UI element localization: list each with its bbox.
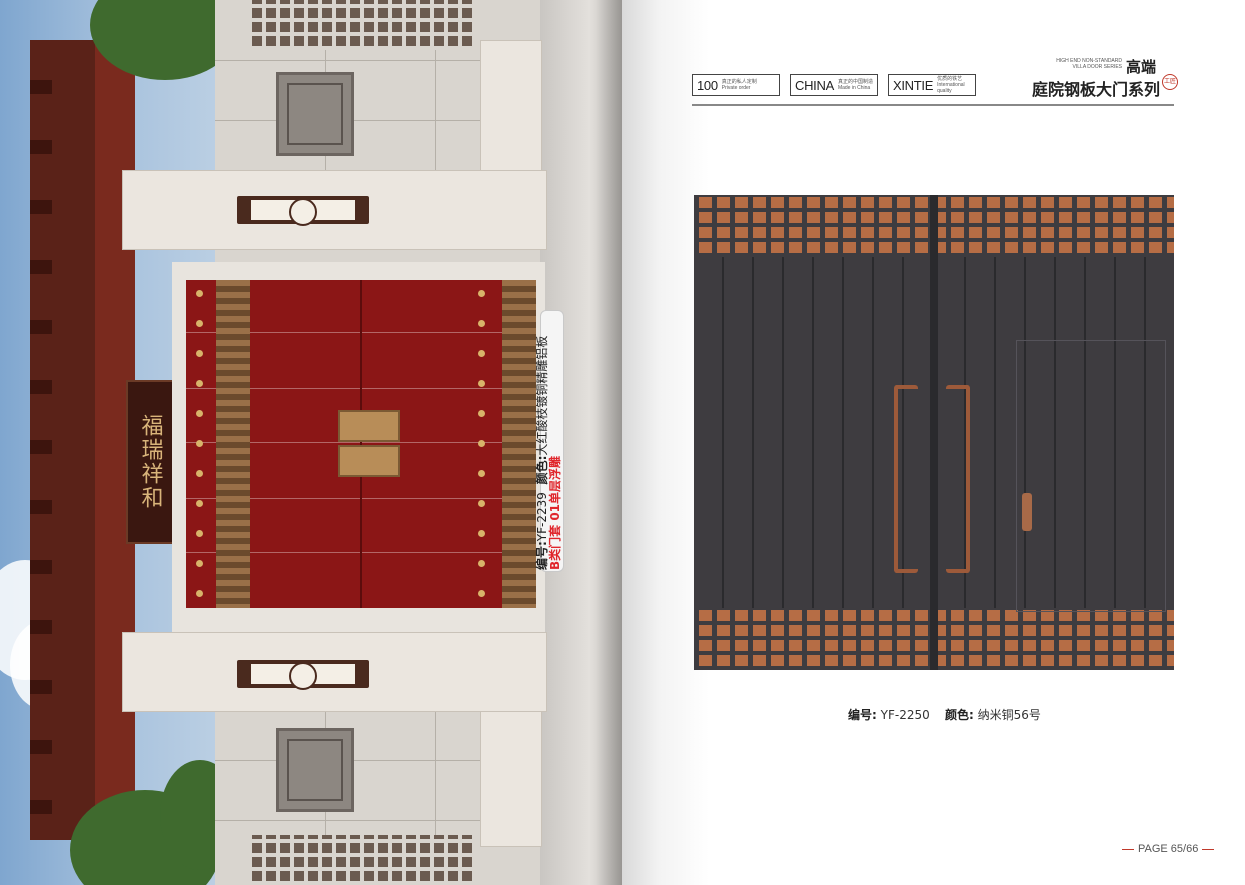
code-value: YF-2250: [880, 708, 930, 722]
code-value: YF-2239: [535, 492, 549, 542]
badge-small-text: 真正的中国制造 Made in China: [837, 79, 873, 91]
wicket-panel: [1016, 340, 1166, 612]
lattice-screen-bottom: [248, 835, 474, 885]
brand-tagline-line2: VILLA DOOR SERIES: [1072, 64, 1122, 70]
vertical-caption: 编号:YF-2239 颜色:大红酸枝镀铜精雕铝板 B类门套 01单层浮雕: [535, 310, 566, 570]
lattice-screen-top: [248, 0, 474, 50]
badge-big-text: 100: [697, 77, 718, 93]
wicket-knob[interactable]: [1022, 493, 1032, 531]
color-value: 纳米铜56号: [977, 708, 1041, 722]
sign-board: 福瑞祥和: [126, 380, 174, 544]
page-number: PAGE 65/66: [1118, 843, 1218, 855]
stone-plaque-top: [276, 72, 354, 156]
badge-big-text: CHINA: [795, 77, 834, 93]
type-line: B类门套 01单层浮雕: [548, 455, 562, 570]
page-number-text: PAGE 65/66: [1138, 843, 1199, 855]
right-page: 100 真正的私人定制 Private order CHINA 真正的中国制造 …: [622, 0, 1245, 885]
door-caption: 编号: YF-2250 颜色: 纳米铜56号: [848, 706, 1041, 723]
badge-xintie: XINTIE 优质的铁艺 International quality: [888, 74, 976, 96]
color-label: 颜色:: [535, 455, 549, 485]
wall-lamp-top: [237, 196, 369, 226]
badge-china: CHINA 真正的中国制造 Made in China: [790, 74, 878, 96]
badge-small-text: 真正的私人定制 Private order: [721, 79, 757, 91]
pillar: [480, 710, 542, 847]
brand-tagline: HIGH END NON-STANDARD VILLA DOOR SERIES: [1022, 58, 1122, 70]
spine-shadow: [596, 0, 622, 885]
code-label: 编号:: [848, 708, 877, 722]
brand-series-title: 庭院钢板大门系列: [1032, 80, 1161, 99]
code-label: 编号:: [535, 541, 549, 570]
stone-plaque-bottom: [276, 728, 354, 812]
red-seal: 工匠: [1162, 74, 1178, 90]
door-handle-left[interactable]: [894, 385, 918, 573]
door-center-post: [930, 195, 938, 670]
header-rule: [692, 104, 1174, 106]
brand-gaoduan: 高端: [1126, 58, 1157, 76]
bronze-door: [694, 195, 1174, 670]
door-handle-right[interactable]: [946, 385, 970, 573]
color-value: 大红酸枝镀铜精雕铝板: [535, 335, 549, 456]
pillar: [480, 40, 542, 177]
color-label: 颜色:: [945, 708, 974, 722]
badge-100: 100 真正的私人定制 Private order: [692, 74, 780, 96]
badge-big-text: XINTIE: [893, 77, 934, 93]
red-gate: [186, 280, 536, 608]
left-page-photo: 福瑞祥和 编号:YF-2239 颜色:大红酸枝镀铜精雕铝板 B类门套 01单层浮…: [0, 0, 622, 885]
badge-small-text: 优质的铁艺 International quality: [937, 76, 965, 94]
catalog-spread: 福瑞祥和 编号:YF-2239 颜色:大红酸枝镀铜精雕铝板 B类门套 01单层浮…: [0, 0, 1245, 885]
wall-lamp-bottom: [237, 660, 369, 690]
